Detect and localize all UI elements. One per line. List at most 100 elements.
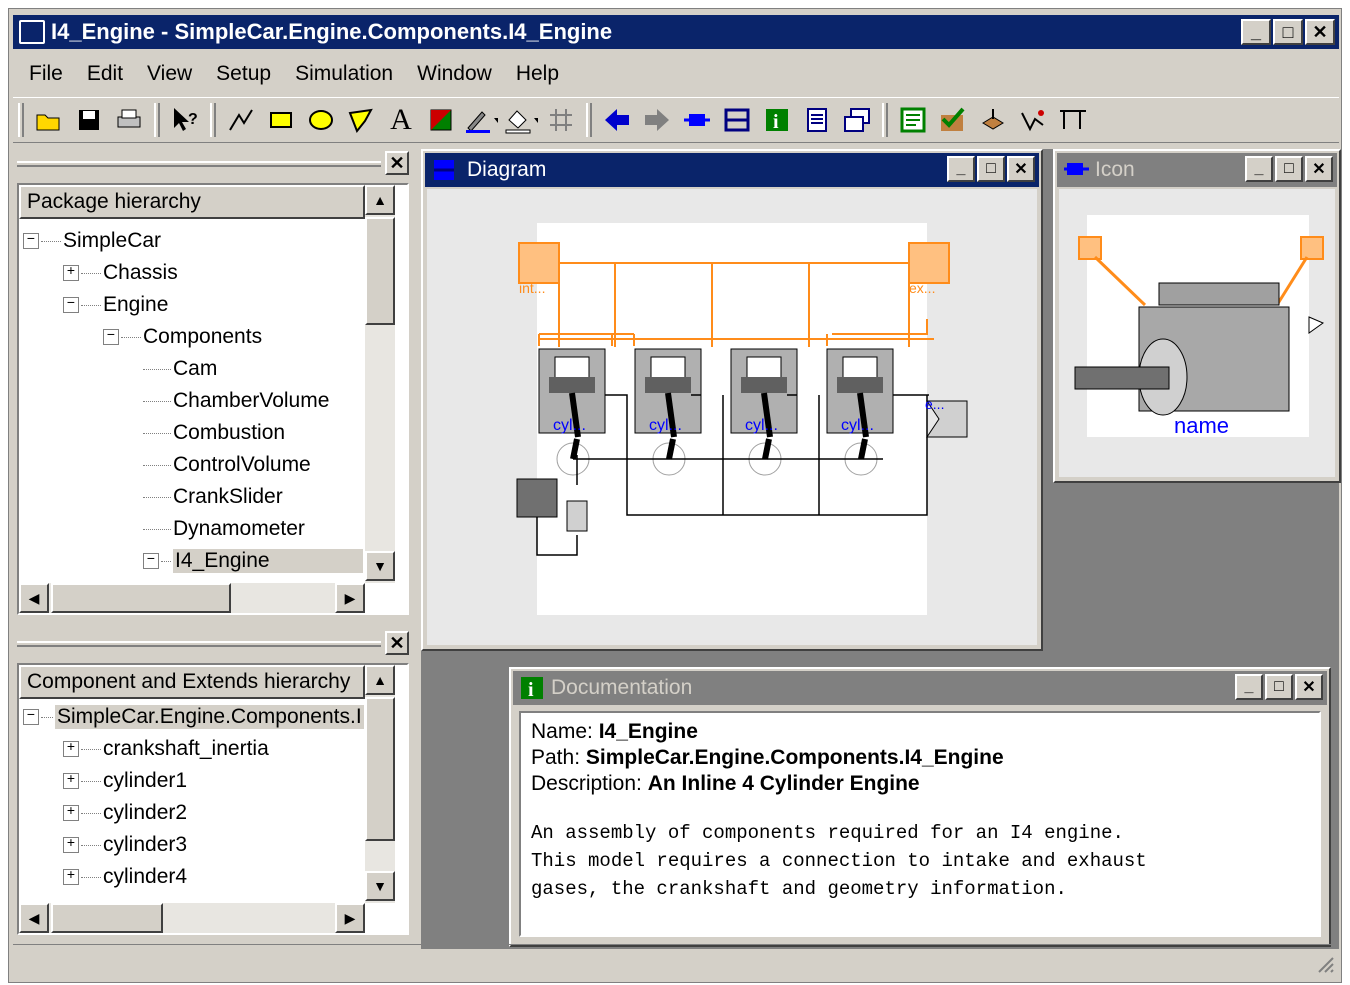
tree-item-controlvolume[interactable]: ControlVolume xyxy=(143,449,311,481)
bearing-component[interactable] xyxy=(566,500,588,532)
duplicate-icon[interactable] xyxy=(840,103,874,137)
scroll-down-icon[interactable]: ▼ xyxy=(365,551,395,581)
translate-icon[interactable] xyxy=(976,103,1010,137)
close-icon[interactable]: ✕ xyxy=(385,151,409,175)
fill-color-icon[interactable] xyxy=(504,103,538,137)
diagram-window[interactable]: Diagram _ □ ✕ int... ex... cyl... cyl...… xyxy=(421,149,1043,651)
close-button[interactable]: ✕ xyxy=(1007,156,1035,182)
maximize-button[interactable]: □ xyxy=(977,156,1005,182)
tree-item-cylinder2[interactable]: + cylinder2 xyxy=(63,797,187,829)
panel-grip[interactable] xyxy=(17,641,381,647)
icon-canvas-area[interactable]: name xyxy=(1059,189,1335,477)
menu-view[interactable]: View xyxy=(135,62,204,86)
expand-icon[interactable]: + xyxy=(63,741,79,757)
expand-icon[interactable]: + xyxy=(63,805,79,821)
documentation-window[interactable]: i Documentation _ □ ✕ Name: I4_Engine Pa… xyxy=(509,667,1331,947)
resize-grip-icon[interactable] xyxy=(1315,954,1335,974)
scroll-right-icon[interactable]: ▶ xyxy=(335,903,365,933)
tree-item-i4-engine[interactable]: − I4_Engine xyxy=(143,545,363,577)
collapse-icon[interactable]: − xyxy=(23,709,39,725)
scroll-down-icon[interactable]: ▼ xyxy=(365,871,395,901)
text-tool-icon[interactable]: A xyxy=(384,103,418,137)
diagram-titlebar[interactable]: Diagram _ □ ✕ xyxy=(425,153,1039,187)
expand-icon[interactable]: + xyxy=(63,773,79,789)
text-view-icon[interactable] xyxy=(800,103,834,137)
menu-setup[interactable]: Setup xyxy=(204,62,283,86)
forward-arrow-icon[interactable] xyxy=(640,103,674,137)
tree-item-cylinder3[interactable]: + cylinder3 xyxy=(63,829,187,861)
exhaust-port[interactable] xyxy=(908,242,950,284)
tree-item-simplecar[interactable]: − SimpleCar xyxy=(23,225,161,257)
scroll-left-icon[interactable]: ◀ xyxy=(19,903,49,933)
component-view-icon[interactable] xyxy=(680,103,714,137)
print-icon[interactable] xyxy=(112,103,146,137)
validate-icon[interactable] xyxy=(936,103,970,137)
tree-item-crankslider[interactable]: CrankSlider xyxy=(143,481,283,513)
panel-grip[interactable] xyxy=(17,161,381,167)
tree-item-engine[interactable]: − Engine xyxy=(63,289,168,321)
tree-item-root[interactable]: − SimpleCar.Engine.Components.I xyxy=(23,701,364,733)
ellipse-tool-icon[interactable] xyxy=(304,103,338,137)
rectangle-tool-icon[interactable] xyxy=(264,103,298,137)
scroll-thumb[interactable] xyxy=(51,583,231,613)
maximize-button[interactable]: □ xyxy=(1275,156,1303,182)
scroll-up-icon[interactable]: ▲ xyxy=(365,665,395,695)
collapse-icon[interactable]: − xyxy=(63,297,79,313)
line-tool-icon[interactable] xyxy=(224,103,258,137)
menu-simulation[interactable]: Simulation xyxy=(283,62,405,86)
scroll-left-icon[interactable]: ◀ xyxy=(19,583,49,613)
icon-window[interactable]: Icon _ □ ✕ name xyxy=(1053,149,1341,483)
grid-icon[interactable] xyxy=(544,103,578,137)
maximize-button[interactable]: □ xyxy=(1265,674,1293,700)
scroll-thumb[interactable] xyxy=(365,697,395,841)
tree-item-cam[interactable]: Cam xyxy=(143,353,217,385)
close-button[interactable]: ✕ xyxy=(1305,19,1335,45)
polygon-tool-icon[interactable] xyxy=(344,103,378,137)
menu-window[interactable]: Window xyxy=(405,62,504,86)
menu-edit[interactable]: Edit xyxy=(75,62,135,86)
close-button[interactable]: ✕ xyxy=(1305,156,1333,182)
scroll-thumb[interactable] xyxy=(51,903,163,933)
back-arrow-icon[interactable] xyxy=(600,103,634,137)
check-model-icon[interactable] xyxy=(896,103,930,137)
plot-icon[interactable] xyxy=(1016,103,1050,137)
info-view-icon[interactable]: i xyxy=(760,103,794,137)
intake-port[interactable] xyxy=(518,242,560,284)
open-icon[interactable] xyxy=(32,103,66,137)
tree-item-chambervolume[interactable]: ChamberVolume xyxy=(143,385,329,417)
menu-help[interactable]: Help xyxy=(504,62,571,86)
expand-icon[interactable]: + xyxy=(63,837,79,853)
tree-item-crankshaft-inertia[interactable]: + crankshaft_inertia xyxy=(63,733,269,765)
tree-item-dynamometer[interactable]: Dynamometer xyxy=(143,513,305,545)
scroll-thumb[interactable] xyxy=(365,217,395,325)
close-icon[interactable]: ✕ xyxy=(385,631,409,655)
scroll-up-icon[interactable]: ▲ xyxy=(365,185,395,215)
maximize-button[interactable]: □ xyxy=(1273,19,1303,45)
bitmap-tool-icon[interactable] xyxy=(424,103,458,137)
crankshaft-inertia-block[interactable] xyxy=(516,478,558,518)
toolbar-grip[interactable] xyxy=(18,103,24,137)
engine-icon-graphic[interactable]: name xyxy=(1059,189,1335,477)
documentation-titlebar[interactable]: i Documentation _ □ ✕ xyxy=(513,671,1327,705)
expand-icon[interactable]: + xyxy=(63,265,79,281)
compare-icon[interactable] xyxy=(1056,103,1090,137)
package-hierarchy-header[interactable]: Package hierarchy xyxy=(19,185,365,219)
diagram-view-icon[interactable] xyxy=(720,103,754,137)
line-color-icon[interactable] xyxy=(464,103,498,137)
component-hierarchy-header[interactable]: Component and Extends hierarchy xyxy=(19,665,365,699)
tree-item-chassis[interactable]: + Chassis xyxy=(63,257,178,289)
tree-item-combustion[interactable]: Combustion xyxy=(143,417,285,449)
tree-item-cylinder1[interactable]: + cylinder1 xyxy=(63,765,187,797)
minimize-button[interactable]: _ xyxy=(947,156,975,182)
menu-file[interactable]: File xyxy=(17,62,75,86)
collapse-icon[interactable]: − xyxy=(143,553,159,569)
help-pointer-icon[interactable]: ? xyxy=(168,103,202,137)
minimize-button[interactable]: _ xyxy=(1241,19,1271,45)
diagram-canvas-area[interactable]: int... ex... cyl... cyl... cyl... cyl...… xyxy=(427,189,1037,645)
engine-diagram[interactable]: int... ex... cyl... cyl... cyl... cyl...… xyxy=(427,189,1037,645)
collapse-icon[interactable]: − xyxy=(103,329,119,345)
vertical-scrollbar[interactable]: ▲ ▼ xyxy=(365,185,395,583)
scroll-right-icon[interactable]: ▶ xyxy=(335,583,365,613)
close-button[interactable]: ✕ xyxy=(1295,674,1323,700)
save-icon[interactable] xyxy=(72,103,106,137)
